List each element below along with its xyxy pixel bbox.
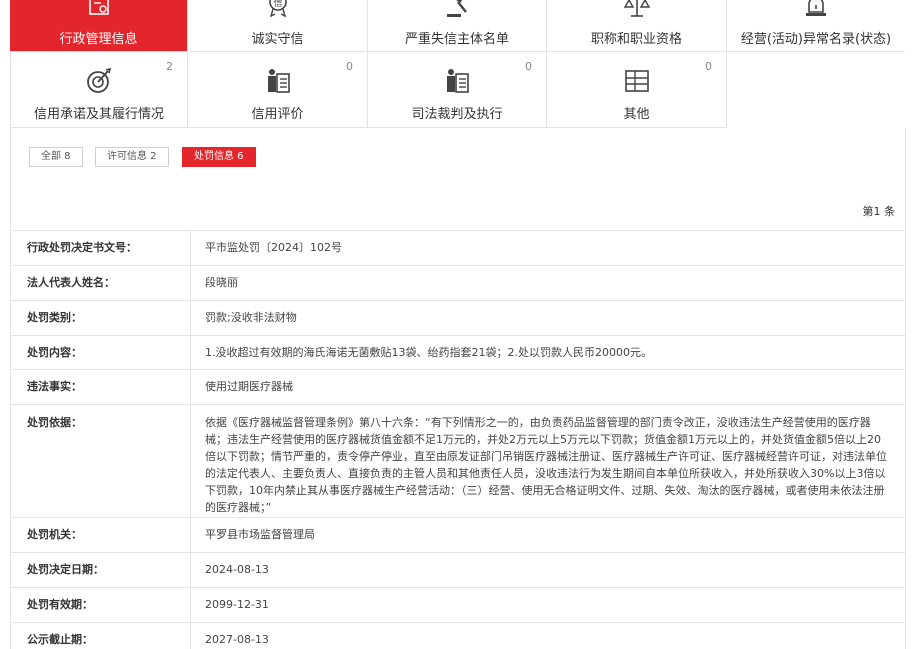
detail-row: 处罚决定日期： 2024-08-13: [11, 553, 905, 588]
tab-label: 严重失信主体名单: [404, 32, 509, 47]
detail-row: 公示截止期： 2027-08-13: [11, 623, 905, 649]
field-value: 2024-08-13: [205, 563, 269, 576]
admin-doc-icon: [84, 0, 114, 20]
detail-row: 处罚机关： 平罗县市场监督管理局: [11, 518, 905, 553]
tab-count: 0: [525, 60, 532, 73]
field-label: 公示截止期：: [11, 623, 191, 649]
field-value: 1.没收超过有效期的海氏海诺无菌敷贴13袋、绐药指套21袋；2.处以罚款人民币2…: [205, 346, 652, 359]
record-panel: 全部 8 许可信息 2 处罚信息 6 第1 条 行政处罚决定书文号： 平市监处罚…: [10, 128, 906, 649]
field-value: 2027-08-13: [205, 633, 269, 646]
tab-count: 0: [346, 60, 353, 73]
tab-label: 司法裁判及执行: [411, 107, 503, 122]
tab-label: 经营(活动)异常名录(状态): [740, 32, 892, 47]
detail-row: 法人代表人姓名： 段晓丽: [11, 266, 905, 301]
tab-serious-dishonesty[interactable]: 严重失信主体名单: [368, 0, 547, 52]
field-label: 处罚依据：: [11, 405, 191, 517]
record-counter: 第1 条: [862, 205, 896, 218]
field-value: 罚款;没收非法财物: [205, 311, 297, 324]
scale-icon: [622, 0, 652, 20]
field-label: 处罚决定日期：: [11, 553, 191, 587]
field-value: 平市监处罚〔2024〕102号: [205, 241, 342, 254]
field-label: 行政处罚决定书文号：: [11, 231, 191, 265]
detail-row: 处罚内容： 1.没收超过有效期的海氏海诺无菌敷贴13袋、绐药指套21袋；2.处以…: [11, 336, 905, 370]
tab-credit-commitment[interactable]: 2 信用承诺及其履行情况: [10, 52, 188, 128]
tab-professional-title[interactable]: 职称和职业资格: [547, 0, 727, 52]
rating-badge-icon: [263, 66, 293, 96]
target-icon: [84, 66, 114, 96]
field-value: 段晓丽: [205, 276, 238, 289]
tab-credit-rating[interactable]: 0 信用评价: [188, 52, 368, 128]
detail-row: 处罚依据： 依据《医疗器械监督管理条例》第八十六条：“有下列情形之一的，由负责药…: [11, 405, 905, 518]
tab-label: 信用承诺及其履行情况: [33, 107, 164, 122]
alarm-light-icon: [801, 0, 831, 20]
field-label: 法人代表人姓名：: [11, 266, 191, 300]
tab-label: 信用评价: [251, 107, 304, 122]
field-label: 处罚有效期：: [11, 588, 191, 622]
filter-penalty[interactable]: 处罚信息 6: [182, 147, 256, 167]
category-tabs: 行政管理信息 信 诚实守信 严重失信主体名单 职称和职业资格 经营(活动)异常名…: [10, 0, 905, 128]
tab-abnormal-operation[interactable]: 经营(活动)异常名录(状态): [727, 0, 905, 52]
detail-row: 处罚有效期： 2099-12-31: [11, 588, 905, 623]
tab-admin-info[interactable]: 行政管理信息: [10, 0, 188, 52]
field-value: 平罗县市场监督管理局: [205, 528, 315, 541]
tab-judicial[interactable]: 0 司法裁判及执行: [368, 52, 547, 128]
field-value: 依据《医疗器械监督管理条例》第八十六条：“有下列情形之一的，由负责药品监督管理的…: [205, 416, 887, 514]
tab-label: 行政管理信息: [59, 32, 138, 47]
tab-label: 其他: [623, 107, 650, 122]
field-label: 处罚类别：: [11, 301, 191, 335]
tab-label: 诚实守信: [251, 32, 304, 47]
svg-text:信: 信: [273, 0, 282, 9]
detail-row: 处罚类别： 罚款;没收非法财物: [11, 301, 905, 336]
tab-other[interactable]: 0 其他: [547, 52, 727, 128]
trust-medal-icon: 信: [263, 0, 293, 20]
field-value: 2099-12-31: [205, 598, 269, 611]
filter-all[interactable]: 全部 8: [29, 147, 83, 167]
judicial-icon: [442, 66, 472, 96]
field-value: 使用过期医疗器械: [205, 380, 293, 393]
tab-count: 2: [166, 60, 173, 73]
field-label: 违法事实：: [11, 370, 191, 404]
field-label: 处罚内容：: [11, 336, 191, 369]
gavel-icon: [442, 0, 472, 20]
tab-label: 职称和职业资格: [590, 32, 682, 47]
detail-row: 违法事实： 使用过期医疗器械: [11, 370, 905, 405]
tab-count: 0: [705, 60, 712, 73]
field-label: 处罚机关：: [11, 518, 191, 552]
grid-doc-icon: [622, 66, 652, 96]
tab-honesty[interactable]: 信 诚实守信: [188, 0, 368, 52]
detail-row: 行政处罚决定书文号： 平市监处罚〔2024〕102号: [11, 231, 905, 266]
filter-license[interactable]: 许可信息 2: [95, 147, 169, 167]
penalty-detail-table: 行政处罚决定书文号： 平市监处罚〔2024〕102号 法人代表人姓名： 段晓丽 …: [11, 230, 905, 649]
